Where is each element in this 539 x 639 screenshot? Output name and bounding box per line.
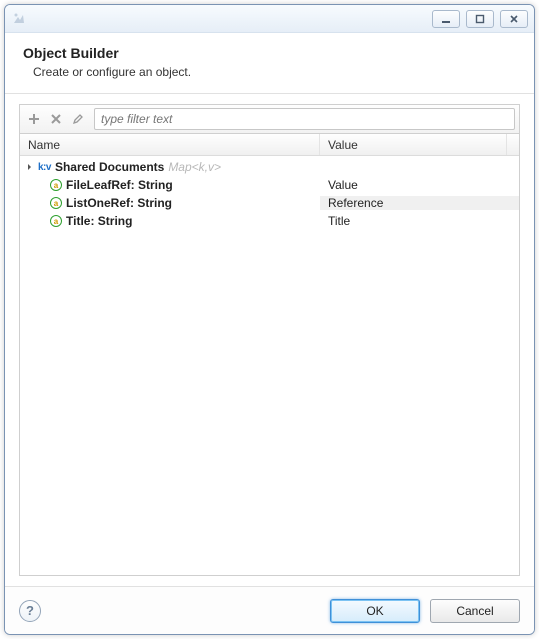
attribute-icon: a [50, 197, 62, 209]
dialog-footer: ? OK Cancel [5, 586, 534, 634]
tree-root-label: Shared Documents [55, 160, 164, 174]
dialog-body: Name Value k:v Shared Documents Map<k,v> [5, 94, 534, 586]
tree-table: Name Value k:v Shared Documents Map<k,v> [19, 134, 520, 576]
dialog-window: Object Builder Create or configure an ob… [4, 4, 535, 635]
toolbar [19, 104, 520, 134]
column-header-name[interactable]: Name [20, 134, 320, 155]
tree-row-name: ListOneRef: String [66, 196, 172, 210]
dialog-title: Object Builder [23, 45, 516, 61]
window-controls [432, 10, 528, 28]
filter-input[interactable] [94, 108, 515, 130]
column-header-spacer [507, 134, 519, 155]
tree-row-value: Title [328, 214, 350, 228]
attribute-icon: a [50, 215, 62, 227]
titlebar [5, 5, 534, 33]
table-header: Name Value [20, 134, 519, 156]
maximize-button[interactable] [466, 10, 494, 28]
table-body: k:v Shared Documents Map<k,v> a FileLeaf… [20, 156, 519, 575]
help-button[interactable]: ? [19, 600, 41, 622]
tree-row-name: FileLeafRef: String [66, 178, 173, 192]
map-icon: k:v [38, 162, 51, 173]
app-icon [11, 11, 27, 27]
dialog-header: Object Builder Create or configure an ob… [5, 33, 534, 94]
cancel-button[interactable]: Cancel [430, 599, 520, 623]
ok-button[interactable]: OK [330, 599, 420, 623]
minimize-button[interactable] [432, 10, 460, 28]
tree-row[interactable]: a FileLeafRef: String Value [20, 176, 519, 194]
close-button[interactable] [500, 10, 528, 28]
tree-row[interactable]: a Title: String Title [20, 212, 519, 230]
tree-root-row[interactable]: k:v Shared Documents Map<k,v> [20, 158, 519, 176]
tree-row-value: Reference [328, 196, 383, 210]
remove-button[interactable] [46, 109, 66, 129]
expand-toggle-icon[interactable] [26, 162, 36, 172]
edit-button[interactable] [68, 109, 88, 129]
dialog-subtitle: Create or configure an object. [33, 65, 516, 79]
tree-row[interactable]: a ListOneRef: String Reference [20, 194, 519, 212]
tree-row-value: Value [328, 178, 358, 192]
attribute-icon: a [50, 179, 62, 191]
add-button[interactable] [24, 109, 44, 129]
column-header-value[interactable]: Value [320, 134, 507, 155]
tree-row-name: Title: String [66, 214, 132, 228]
tree-root-type: Map<k,v> [168, 160, 221, 174]
